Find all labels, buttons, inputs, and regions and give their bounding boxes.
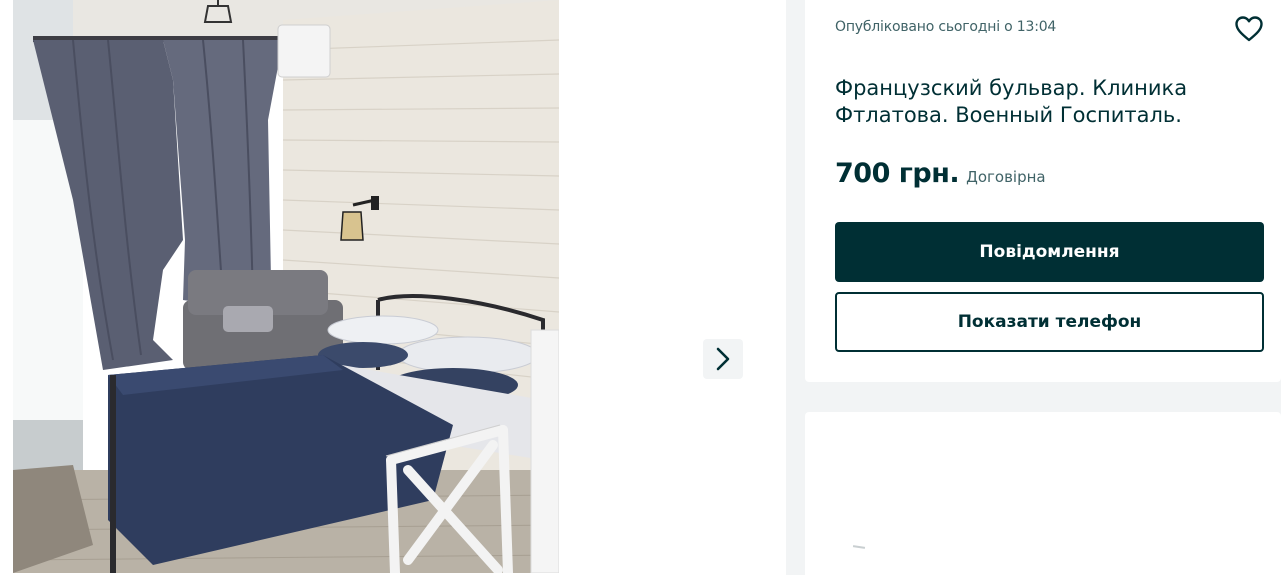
price-negotiable-label: Договірна bbox=[966, 168, 1046, 186]
seller-card bbox=[805, 412, 1281, 575]
listing-photo[interactable] bbox=[13, 0, 559, 573]
listing-sidebar: Опубліковано сьогодні о 13:04 Французски… bbox=[786, 0, 1281, 575]
listing-page: Опубліковано сьогодні о 13:04 Французски… bbox=[0, 0, 1281, 575]
chevron-right-icon bbox=[716, 347, 730, 371]
show-phone-button[interactable]: Показати телефон bbox=[835, 292, 1264, 352]
heart-icon bbox=[1235, 16, 1263, 42]
favorite-button[interactable] bbox=[1234, 15, 1264, 43]
message-button[interactable]: Повідомлення bbox=[835, 222, 1264, 282]
listing-summary-card: Опубліковано сьогодні о 13:04 Французски… bbox=[805, 0, 1281, 382]
next-photo-button[interactable] bbox=[703, 339, 743, 379]
photo-gallery bbox=[0, 0, 786, 575]
bedroom-photo bbox=[13, 0, 559, 573]
posted-date: Опубліковано сьогодні о 13:04 bbox=[835, 19, 1057, 35]
listing-title: Французский бульвар. Клиника Фтлатова. В… bbox=[835, 76, 1188, 127]
price-block: 700 грн. Договірна bbox=[835, 158, 1046, 189]
price: 700 грн. bbox=[835, 158, 960, 189]
loading-mark bbox=[852, 545, 866, 549]
